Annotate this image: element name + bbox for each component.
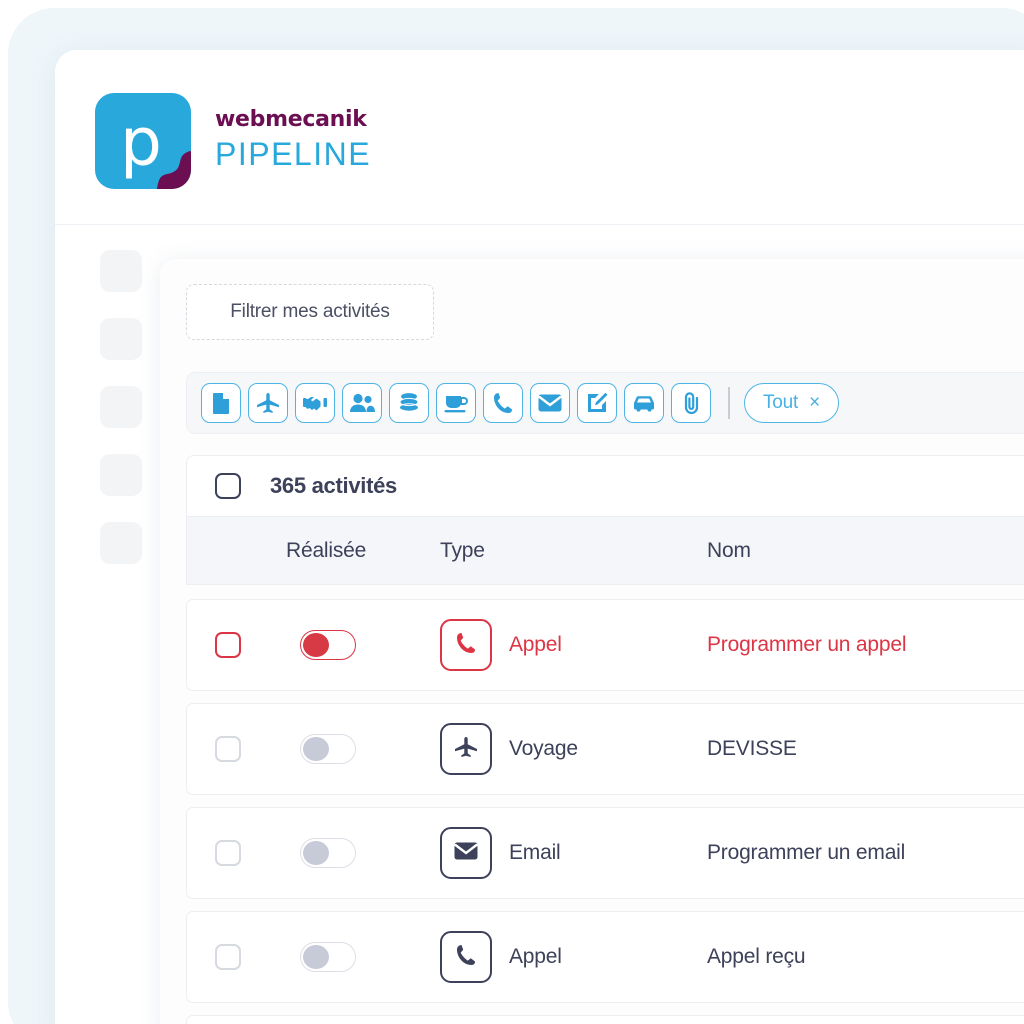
- brand-text: webmecanik PIPELINE: [215, 107, 371, 175]
- envelope-icon: [538, 394, 562, 412]
- brand-logo[interactable]: p webmecanik PIPELINE: [95, 93, 371, 189]
- car-icon: [632, 394, 656, 412]
- row-done-toggle[interactable]: [300, 838, 356, 868]
- plane-icon-badge: [440, 723, 492, 775]
- activities-count-label: 365 activités: [270, 473, 397, 499]
- row-name-label[interactable]: Programmer un email: [707, 841, 905, 865]
- edit-square-icon: [586, 392, 608, 414]
- row-type-label: Appel: [509, 945, 562, 969]
- row-select-checkbox-wrap: [215, 840, 241, 866]
- row-name-label[interactable]: Appel reçu: [707, 945, 805, 969]
- handshake-icon: [303, 393, 327, 413]
- table-row[interactable]: Voyage DEVISSE: [186, 703, 1024, 795]
- row-type-icon-wrap: [440, 827, 492, 879]
- toggle-knob: [303, 841, 329, 865]
- table-row[interactable]: Appel Programmer un appel: [186, 599, 1024, 691]
- row-type-icon-wrap: [440, 723, 492, 775]
- edit-square-icon-button[interactable]: [577, 383, 617, 423]
- filter-chip-close-icon[interactable]: ×: [809, 392, 820, 414]
- screenshot-root: p webmecanik PIPELINE: [0, 0, 1024, 1024]
- select-all-checkbox[interactable]: [215, 473, 241, 499]
- toggle-knob: [303, 633, 329, 657]
- row-done-toggle[interactable]: [300, 630, 356, 660]
- phone-icon-badge: [440, 931, 492, 983]
- row-name-label[interactable]: Programmer un appel: [707, 633, 906, 657]
- webmecanik-logo-icon: p: [95, 93, 191, 189]
- filter-activities-label: Filtrer mes activités: [230, 301, 389, 323]
- row-select-checkbox-wrap: [215, 632, 241, 658]
- people-icon-button[interactable]: [342, 383, 382, 423]
- row-done-toggle-wrap: [300, 942, 356, 972]
- sidebar-item-2[interactable]: [100, 318, 142, 360]
- table-header-row: Réalisée Type Nom: [186, 516, 1024, 585]
- sidebar-item-1[interactable]: [100, 250, 142, 292]
- filter-chip-tout[interactable]: Tout ×: [744, 383, 839, 423]
- row-type-label: Email: [509, 841, 561, 865]
- phone-icon-badge: [440, 619, 492, 671]
- table-row[interactable]: [186, 1015, 1024, 1024]
- brand-product: PIPELINE: [215, 133, 371, 175]
- car-icon-button[interactable]: [624, 383, 664, 423]
- toggle-knob: [303, 737, 329, 761]
- phone-icon: [493, 392, 513, 414]
- activities-panel: Filtrer mes activités: [160, 259, 1024, 1024]
- people-icon: [349, 393, 375, 413]
- column-header-nom: Nom: [707, 539, 751, 563]
- table-row[interactable]: Appel Appel reçu: [186, 911, 1024, 1003]
- table-row[interactable]: Email Programmer un email: [186, 807, 1024, 899]
- logo-swoosh-shape: [143, 141, 191, 189]
- row-type-label: Voyage: [509, 737, 578, 761]
- document-icon-button[interactable]: [201, 383, 241, 423]
- sidebar-item-3[interactable]: [100, 386, 142, 428]
- row-done-toggle[interactable]: [300, 942, 356, 972]
- envelope-icon-badge: [440, 827, 492, 879]
- row-select-checkbox-wrap: [215, 944, 241, 970]
- plane-icon: [256, 392, 280, 414]
- row-select-checkbox[interactable]: [215, 736, 241, 762]
- column-header-type: Type: [440, 539, 485, 563]
- sidebar-item-5[interactable]: [100, 522, 142, 564]
- phone-icon: [456, 632, 476, 659]
- row-done-toggle-wrap: [300, 734, 356, 764]
- envelope-icon-button[interactable]: [530, 383, 570, 423]
- sidebar-item-4[interactable]: [100, 454, 142, 496]
- row-done-toggle[interactable]: [300, 734, 356, 764]
- filter-activities-input[interactable]: Filtrer mes activités: [186, 284, 434, 340]
- phone-icon: [456, 944, 476, 971]
- row-select-checkbox[interactable]: [215, 632, 241, 658]
- coins-icon-button[interactable]: [389, 383, 429, 423]
- toolbar-divider: [728, 387, 730, 419]
- coins-icon: [398, 392, 420, 414]
- plane-icon: [454, 736, 478, 763]
- row-done-toggle-wrap: [300, 838, 356, 868]
- row-type-label: Appel: [509, 633, 562, 657]
- handshake-icon-button[interactable]: [295, 383, 335, 423]
- brand-name: webmecanik: [215, 107, 371, 133]
- plane-icon-button[interactable]: [248, 383, 288, 423]
- filter-chip-label: Tout: [763, 392, 798, 414]
- row-done-toggle-wrap: [300, 630, 356, 660]
- phone-icon-button[interactable]: [483, 383, 523, 423]
- row-select-checkbox[interactable]: [215, 944, 241, 970]
- activities-count-row: 365 activités: [186, 455, 1024, 516]
- coffee-icon-button[interactable]: [436, 383, 476, 423]
- row-type-icon-wrap: [440, 619, 492, 671]
- envelope-icon: [454, 842, 478, 865]
- paperclip-icon: [681, 392, 701, 414]
- paperclip-icon-button[interactable]: [671, 383, 711, 423]
- row-select-checkbox-wrap: [215, 736, 241, 762]
- activity-type-toolbar: Tout ×: [186, 372, 1024, 434]
- coffee-icon: [444, 393, 468, 413]
- row-select-checkbox[interactable]: [215, 840, 241, 866]
- document-icon: [211, 392, 231, 414]
- column-header-realisee: Réalisée: [286, 539, 366, 563]
- row-type-icon-wrap: [440, 931, 492, 983]
- toggle-knob: [303, 945, 329, 969]
- app-header: p webmecanik PIPELINE: [55, 50, 1024, 225]
- row-name-label[interactable]: DEVISSE: [707, 737, 797, 761]
